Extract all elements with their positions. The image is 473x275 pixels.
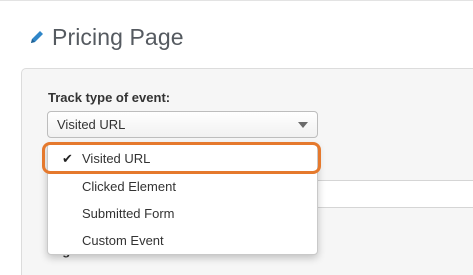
page-title: Pricing Page — [52, 23, 184, 50]
event-type-dropdown-menu: ✔ Visited URL Clicked Element Submitted … — [47, 143, 318, 255]
dropdown-option-visited-url[interactable]: ✔ Visited URL — [48, 145, 317, 172]
event-type-select[interactable]: Visited URL — [47, 111, 318, 138]
dropdown-option-label: Submitted Form — [82, 206, 175, 221]
chevron-down-icon — [298, 122, 308, 128]
pencil-icon[interactable] — [28, 28, 46, 46]
dropdown-option-label: Custom Event — [82, 233, 164, 248]
dropdown-option-label: Clicked Element — [82, 179, 176, 194]
dropdown-option-label: Visited URL — [82, 151, 151, 166]
page-header: Pricing Page — [28, 22, 184, 52]
checkmark-icon: ✔ — [62, 150, 73, 166]
window-top-border — [0, 0, 473, 1]
dropdown-option-clicked-element[interactable]: Clicked Element — [48, 173, 317, 200]
event-type-label: Track type of event: — [48, 90, 171, 105]
dropdown-option-custom-event[interactable]: Custom Event — [48, 227, 317, 254]
obscured-input-field[interactable] — [316, 180, 473, 208]
event-type-select-value: Visited URL — [57, 117, 126, 132]
dropdown-option-submitted-form[interactable]: Submitted Form — [48, 200, 317, 227]
